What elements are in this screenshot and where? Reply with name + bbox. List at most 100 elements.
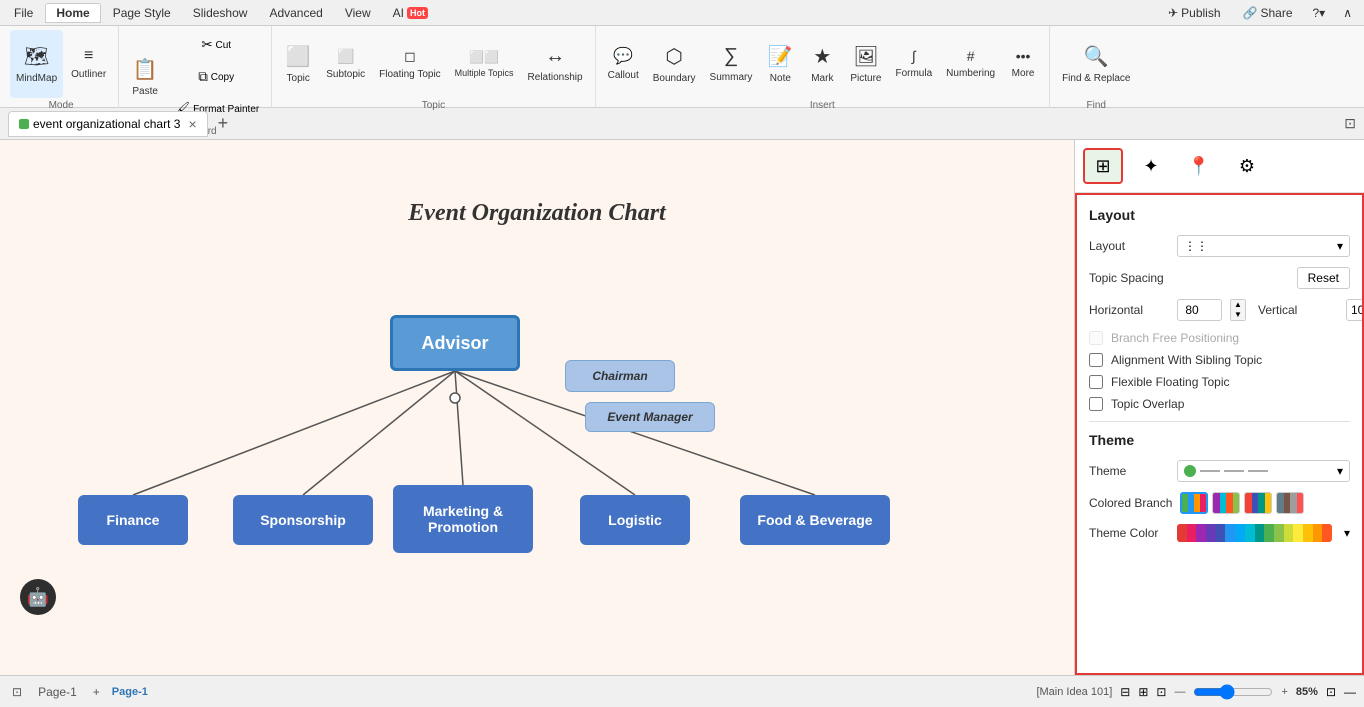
mark-button[interactable]: ★ Mark	[802, 30, 842, 98]
canvas[interactable]: Event Organization Chart Advisor Chairma…	[0, 140, 1074, 675]
chairman-node[interactable]: Chairman	[565, 360, 675, 392]
flexible-floating-checkbox[interactable]	[1089, 375, 1103, 389]
theme-row: Theme ▾	[1089, 460, 1350, 482]
tab-file[interactable]: File	[4, 4, 43, 22]
ai-panel-button[interactable]: ✦	[1131, 148, 1171, 184]
tab-dot	[19, 119, 29, 129]
mindmap-button[interactable]: 🗺 MindMap	[10, 30, 63, 98]
finance-node[interactable]: Finance	[78, 495, 188, 545]
minimize-button[interactable]: ∧	[1335, 4, 1360, 22]
branch-free-checkbox[interactable]	[1089, 331, 1103, 345]
page-nav-button[interactable]: ⊡	[8, 683, 26, 701]
theme-select[interactable]: ▾	[1177, 460, 1350, 482]
subtopic-button[interactable]: ⬜ Subtopic	[320, 30, 371, 98]
theme-color-strip[interactable]	[1177, 524, 1332, 542]
note-button[interactable]: 📝 Note	[760, 30, 800, 98]
mark-icon: ★	[813, 44, 831, 69]
publish-icon: ✈	[1168, 6, 1178, 20]
toolbar-group-mode: 🗺 MindMap ≡ Outliner Mode	[4, 26, 119, 108]
theme-line-3	[1248, 470, 1268, 472]
horizontal-input[interactable]	[1177, 299, 1222, 321]
tab-page-style[interactable]: Page Style	[103, 4, 181, 22]
toolbar: File Home Page Style Slideshow Advanced …	[0, 0, 1364, 108]
publish-button[interactable]: ✈ Publish	[1158, 4, 1230, 22]
relationship-button[interactable]: ↔ Relationship	[522, 30, 589, 98]
colored-branch-options	[1180, 492, 1304, 514]
zoom-slider[interactable]	[1193, 684, 1273, 700]
location-panel-button[interactable]: 📍	[1179, 148, 1219, 184]
zoom-collapse-button[interactable]: —	[1344, 685, 1356, 699]
help-button[interactable]: ?▾	[1305, 4, 1334, 22]
tab-home[interactable]: Home	[45, 3, 100, 23]
tab-view[interactable]: View	[335, 4, 381, 22]
layout-section: Layout Layout ⋮⋮ ▾ Topic Spacing Reset	[1089, 207, 1350, 411]
multiple-topics-button[interactable]: ⬜⬜ Multiple Topics	[449, 30, 520, 98]
summary-button[interactable]: ∑ Summary	[704, 30, 759, 98]
picture-button[interactable]: 🖼 Picture	[844, 30, 887, 98]
event-manager-node[interactable]: Event Manager	[585, 402, 715, 432]
layout-label: Layout	[1089, 239, 1169, 253]
fit-width-button[interactable]: ⊟	[1120, 685, 1130, 699]
formula-icon: ∫	[912, 48, 916, 64]
find-replace-button[interactable]: 🔍 Find & Replace	[1056, 30, 1136, 98]
more-button[interactable]: ••• More	[1003, 30, 1043, 98]
cut-button[interactable]: ✂ Cut	[167, 30, 265, 60]
tab-ai[interactable]: AI Hot	[383, 4, 438, 22]
horizontal-up[interactable]: ▲	[1231, 300, 1245, 310]
branch-option-1[interactable]	[1180, 492, 1208, 514]
boundary-button[interactable]: ⬡ Boundary	[647, 30, 702, 98]
settings-panel-button[interactable]: ⚙	[1227, 148, 1267, 184]
marketing-node[interactable]: Marketing & Promotion	[393, 485, 533, 553]
paste-button[interactable]: 📋 Paste	[125, 43, 165, 111]
note-icon: 📝	[768, 44, 793, 69]
chart-title: Event Organization Chart	[408, 200, 665, 227]
theme-section-title: Theme	[1089, 432, 1350, 448]
copy-icon: ⧉	[198, 69, 208, 85]
page-label-button[interactable]: Page-1	[34, 683, 81, 701]
layout-select[interactable]: ⋮⋮ ▾	[1177, 235, 1350, 257]
horizontal-down[interactable]: ▼	[1231, 310, 1245, 320]
summary-icon: ∑	[724, 45, 738, 68]
horizontal-spinner: ▲ ▼	[1230, 299, 1246, 321]
ai-bot-button[interactable]: 🤖	[20, 579, 56, 615]
topic-overlap-row: Topic Overlap	[1089, 397, 1350, 411]
advisor-node[interactable]: Advisor	[390, 315, 520, 371]
add-page-button[interactable]: +	[89, 683, 104, 701]
right-panel: ⊞ ✦ 📍 ⚙ Layout Layout ⋮⋮ ▾ To	[1074, 140, 1364, 675]
tab-advanced[interactable]: Advanced	[259, 4, 332, 22]
logistic-node[interactable]: Logistic	[580, 495, 690, 545]
reset-button[interactable]: Reset	[1297, 267, 1350, 289]
document-tab[interactable]: event organizational chart 3 ×	[8, 111, 208, 137]
theme-dot	[1184, 465, 1196, 477]
full-screen-button[interactable]: ⊡	[1156, 685, 1166, 699]
numbering-icon: #	[967, 48, 975, 64]
numbering-button[interactable]: # Numbering	[940, 30, 1001, 98]
panel-content: Layout Layout ⋮⋮ ▾ Topic Spacing Reset	[1075, 193, 1364, 675]
tab-close-button[interactable]: ×	[188, 116, 196, 132]
vertical-input[interactable]	[1346, 299, 1364, 321]
page-active: Page-1	[112, 686, 148, 698]
sponsorship-node[interactable]: Sponsorship	[233, 495, 373, 545]
colored-branch-label: Colored Branch	[1089, 496, 1172, 510]
zoom-expand-button[interactable]: ⊡	[1326, 685, 1336, 699]
alignment-checkbox[interactable]	[1089, 353, 1103, 367]
layout-panel-button[interactable]: ⊞	[1083, 148, 1123, 184]
callout-button[interactable]: 💬 Callout	[602, 30, 645, 98]
floating-topic-button[interactable]: ◻ Floating Topic	[373, 30, 447, 98]
vertical-label: Vertical	[1258, 303, 1338, 317]
branch-option-3[interactable]	[1244, 492, 1272, 514]
status-right: [Main Idea 101] ⊟ ⊞ ⊡ — + 85% ⊡ —	[1036, 684, 1356, 700]
tab-slideshow[interactable]: Slideshow	[183, 4, 258, 22]
share-button[interactable]: 🔗 Share	[1233, 4, 1303, 22]
copy-button[interactable]: ⧉ Copy	[167, 62, 265, 92]
window-mode-button[interactable]: ⊡	[1344, 115, 1356, 132]
fit-page-button[interactable]: ⊞	[1138, 685, 1148, 699]
topic-button[interactable]: ⬜ Topic	[278, 30, 318, 98]
outliner-button[interactable]: ≡ Outliner	[65, 30, 112, 98]
branch-option-2[interactable]	[1212, 492, 1240, 514]
formula-button[interactable]: ∫ Formula	[889, 30, 938, 98]
add-tab-button[interactable]: +	[212, 111, 235, 136]
branch-option-4[interactable]	[1276, 492, 1304, 514]
topic-overlap-checkbox[interactable]	[1089, 397, 1103, 411]
food-beverage-node[interactable]: Food & Beverage	[740, 495, 890, 545]
